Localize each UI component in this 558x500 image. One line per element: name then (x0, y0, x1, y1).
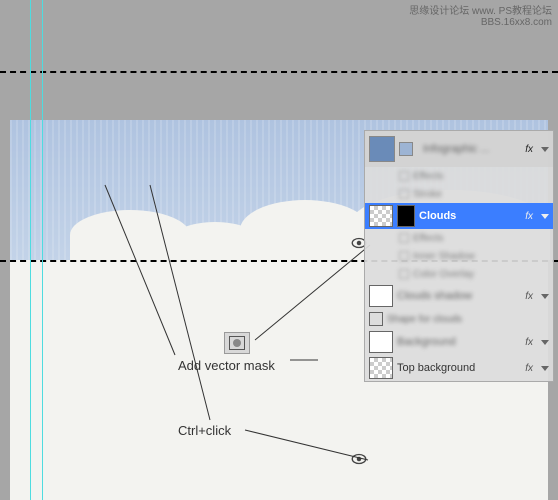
panel-header: Infographic ... fx (365, 131, 553, 167)
vertical-guide-1[interactable] (30, 0, 31, 500)
layer-label: Background (397, 336, 456, 348)
effect-toggle[interactable] (399, 171, 409, 181)
layers-panel[interactable]: Infographic ... fx Effects Stroke Clouds… (364, 130, 554, 382)
annotation-add-vector-mask: Add vector mask (178, 358, 275, 373)
effect-toggle[interactable] (399, 233, 409, 243)
layer-thumbnail[interactable] (369, 285, 393, 307)
group-name: Infographic ... (423, 143, 490, 155)
effect-toggle[interactable] (399, 269, 409, 279)
inner-shadow-label: Inner Shadow (413, 251, 475, 262)
vertical-guide-2[interactable] (42, 0, 43, 500)
chevron-down-icon[interactable] (541, 294, 549, 299)
layer-thumbnail[interactable] (369, 331, 393, 353)
chevron-down-icon[interactable] (541, 366, 549, 371)
stroke-label: Stroke (413, 189, 442, 200)
effects-label: Effects (413, 233, 443, 244)
layer-label: Clouds shadow (397, 290, 472, 302)
watermark-line2: BBS.16xx8.com (409, 17, 552, 28)
layer-top-background[interactable]: Top background fx (365, 355, 553, 381)
annotation-ctrl-click: Ctrl+click (178, 423, 231, 438)
layer-thumbnail[interactable] (369, 205, 393, 227)
color-overlay-label: Color Overlay (413, 269, 474, 280)
color-swatch-small[interactable] (399, 142, 413, 156)
color-overlay-row[interactable]: Color Overlay (365, 265, 553, 283)
effect-toggle[interactable] (399, 251, 409, 261)
watermark-line1: 思缘设计论坛 www. PS教程论坛 (409, 2, 552, 17)
layer-label-top-bg: Top background (397, 362, 475, 374)
layer-thumbnail[interactable] (369, 312, 383, 326)
fx-indicator[interactable]: fx (525, 211, 533, 222)
layer-clouds-shadow[interactable]: Clouds shadow fx (365, 283, 553, 309)
effects-label: Effects (413, 171, 443, 182)
vector-mask-icon (229, 336, 245, 350)
effects-row[interactable]: Effects (365, 167, 553, 185)
chevron-down-icon[interactable] (541, 147, 549, 152)
visibility-eye-icon[interactable] (350, 450, 368, 468)
inner-shadow-row[interactable]: Inner Shadow (365, 247, 553, 265)
add-vector-mask-button[interactable] (224, 332, 250, 354)
fx-indicator[interactable]: fx (525, 337, 533, 348)
watermark: 思缘设计论坛 www. PS教程论坛 BBS.16xx8.com (409, 2, 552, 28)
effect-toggle[interactable] (399, 189, 409, 199)
chevron-down-icon[interactable] (541, 340, 549, 345)
stroke-row[interactable]: Stroke (365, 185, 553, 203)
color-swatch[interactable] (369, 136, 395, 162)
fx-indicator[interactable]: fx (525, 363, 533, 374)
layer-label: Shape for clouds (387, 314, 462, 325)
layer-label-clouds: Clouds (419, 210, 456, 222)
chevron-down-icon[interactable] (541, 214, 549, 219)
fx-indicator[interactable]: fx (525, 291, 533, 302)
layer-clouds[interactable]: Clouds fx (365, 203, 553, 229)
layer-thumbnail[interactable] (369, 357, 393, 379)
effects-row[interactable]: Effects (365, 229, 553, 247)
layer-background[interactable]: Background fx (365, 329, 553, 355)
fx-indicator[interactable]: fx (525, 144, 533, 155)
horizontal-guide-1[interactable] (0, 71, 558, 73)
layer-shape-for-clouds[interactable]: Shape for clouds (365, 309, 553, 329)
vector-mask-thumbnail[interactable] (397, 205, 415, 227)
